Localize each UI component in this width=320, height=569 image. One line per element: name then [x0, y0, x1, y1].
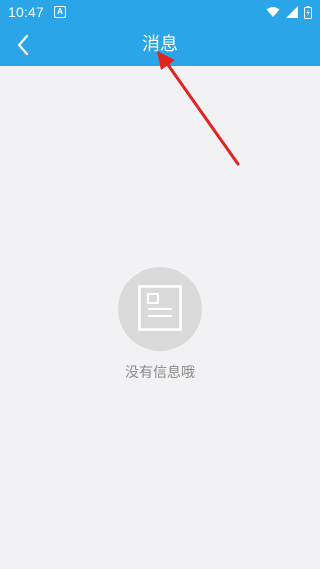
status-bar: 10:47 A: [0, 0, 320, 24]
message-list-area: 没有信息哦: [0, 66, 320, 569]
wifi-icon: [266, 7, 280, 17]
empty-state-illustration: [118, 267, 202, 351]
status-icons: [266, 5, 312, 19]
battery-icon: [304, 5, 312, 19]
notification-a-icon: A: [54, 6, 67, 18]
document-icon: [138, 285, 182, 331]
empty-state-message: 没有信息哦: [125, 365, 195, 381]
page-title: 消息: [142, 34, 178, 55]
cellular-signal-icon: [286, 6, 298, 18]
app-bar: 消息: [0, 24, 320, 66]
status-time: 10:47: [8, 4, 45, 20]
